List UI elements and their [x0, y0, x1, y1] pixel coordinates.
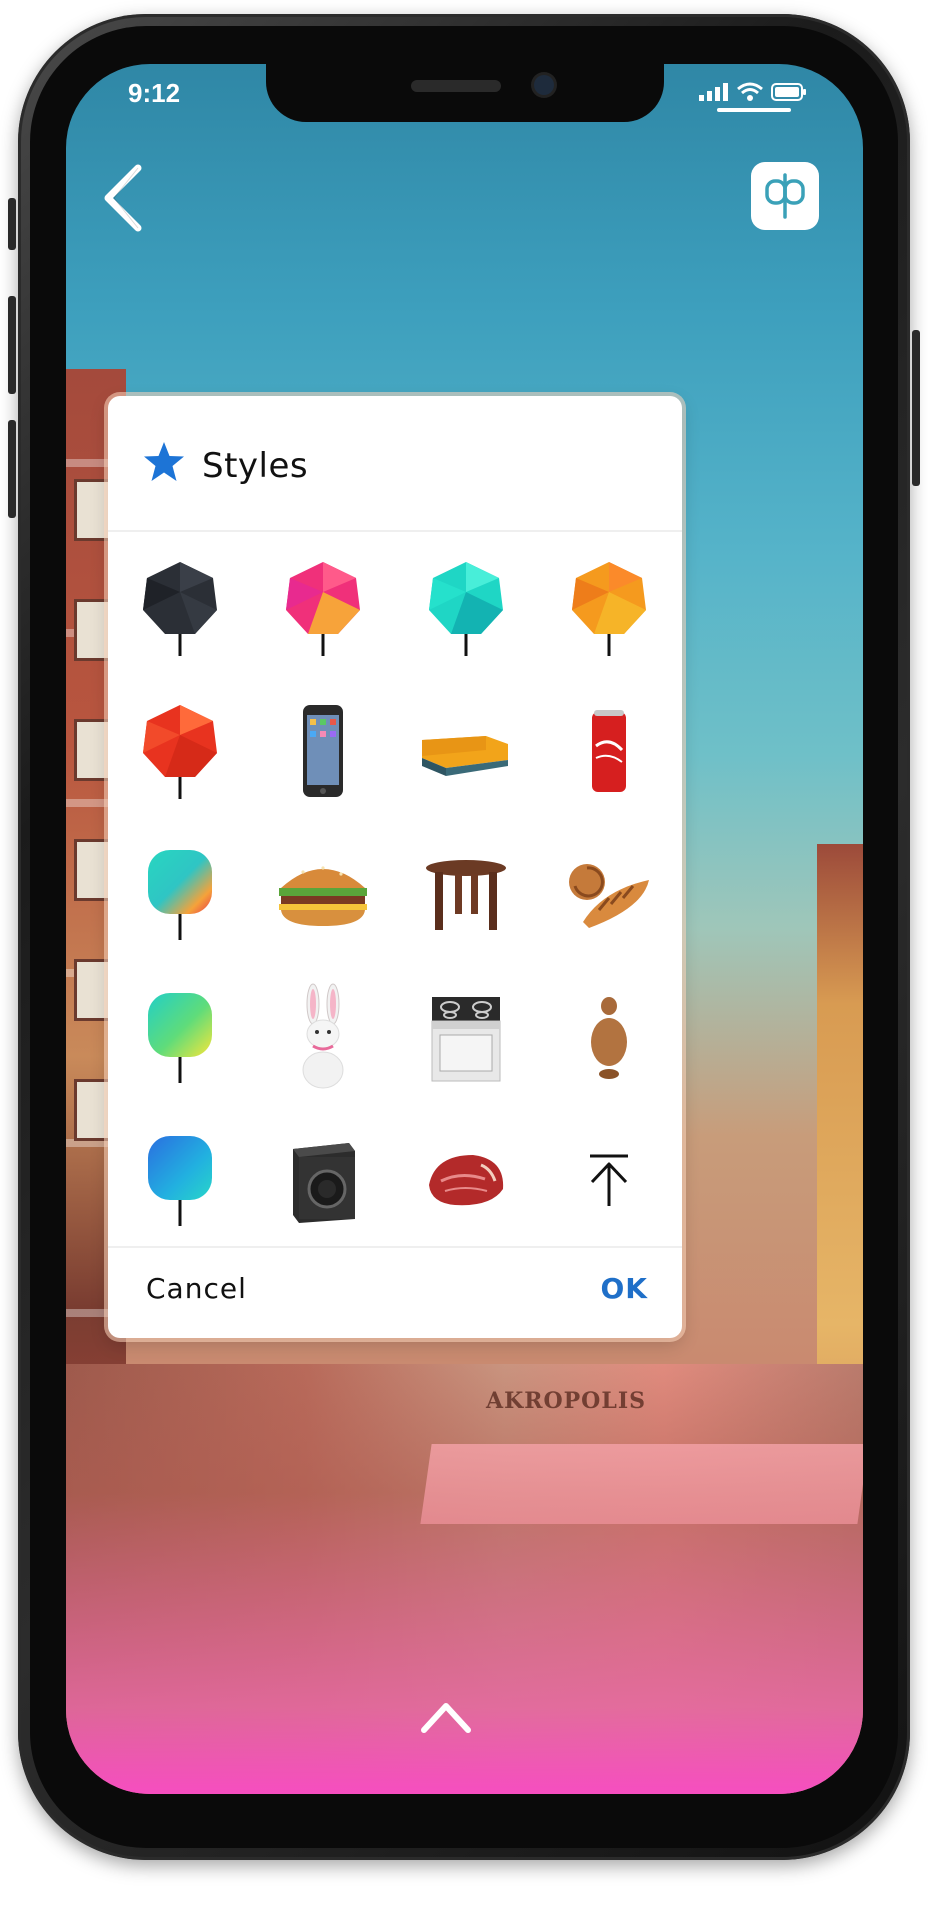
white-rabbit-icon	[302, 983, 343, 1088]
pastries-icon	[568, 863, 649, 928]
black-polyhedron-balloon-icon	[142, 561, 217, 656]
style-item-stove[interactable]	[394, 965, 537, 1108]
dialog-footer: Cancel OK	[108, 1246, 682, 1338]
chevron-left-icon	[104, 164, 142, 232]
hamburger-icon	[278, 865, 367, 926]
volume-down-button	[8, 420, 16, 518]
raw-steak-icon	[428, 1154, 503, 1205]
teal-yellow-gradient-pin-icon	[147, 992, 212, 1083]
style-item-upload[interactable]	[537, 1108, 680, 1251]
style-item-sofa[interactable]	[394, 679, 537, 822]
style-item-pink-balloon[interactable]	[251, 536, 394, 679]
ar-object-icon	[765, 173, 805, 219]
yellow-sofa-icon	[421, 735, 508, 776]
clay-figurine-icon	[590, 996, 627, 1079]
style-item-pastries[interactable]	[537, 822, 680, 965]
style-item-smartphone[interactable]	[251, 679, 394, 822]
style-item-orange-balloon[interactable]	[537, 536, 680, 679]
red-polyhedron-balloon-icon	[142, 704, 217, 799]
orange-polyhedron-balloon-icon	[571, 561, 646, 656]
front-camera	[534, 75, 554, 95]
washing-machine-icon	[292, 1142, 355, 1223]
dialog-header: Styles	[108, 396, 682, 532]
style-item-red-balloon[interactable]	[108, 679, 251, 822]
cancel-button[interactable]: Cancel	[146, 1272, 247, 1305]
status-time: 9:12	[128, 78, 181, 108]
screen: AKROPOLIS 9:12 Styles Cancel OK	[66, 64, 863, 1794]
teal-red-gradient-pin-icon	[147, 849, 212, 940]
style-item-wooden-table[interactable]	[394, 822, 537, 965]
signal-icon	[699, 83, 728, 101]
wifi-icon	[737, 82, 763, 101]
notch	[266, 64, 664, 122]
style-item-soda-can[interactable]	[537, 679, 680, 822]
smartphone-icon	[302, 704, 343, 797]
style-item-hamburger[interactable]	[251, 822, 394, 965]
style-item-teal-red-pin[interactable]	[108, 822, 251, 965]
star-icon	[144, 442, 184, 481]
soda-can-icon	[591, 709, 626, 792]
wooden-table-icon	[425, 859, 506, 930]
status-indicator-line	[717, 108, 791, 112]
ar-mode-button[interactable]	[751, 162, 819, 230]
styles-dialog: Styles Cancel OK	[108, 396, 682, 1338]
style-item-figurine[interactable]	[537, 965, 680, 1108]
style-item-black-balloon[interactable]	[108, 536, 251, 679]
teal-polyhedron-balloon-icon	[428, 561, 503, 656]
back-button[interactable]	[94, 162, 154, 234]
style-item-steak[interactable]	[394, 1108, 537, 1251]
stove-icon	[431, 996, 500, 1081]
dialog-title: Styles	[202, 446, 309, 486]
shop-sign: AKROPOLIS	[486, 1388, 646, 1414]
speaker	[411, 80, 501, 92]
blue-gradient-pin-icon	[147, 1135, 212, 1226]
styles-grid	[108, 536, 682, 1252]
mute-switch	[8, 198, 16, 250]
cafe-awning	[420, 1444, 863, 1524]
style-item-blue-pin[interactable]	[108, 1108, 251, 1251]
style-item-teal-balloon[interactable]	[394, 536, 537, 679]
chevron-up-icon	[421, 1703, 471, 1733]
style-item-teal-yellow-pin[interactable]	[108, 965, 251, 1108]
style-item-rabbit[interactable]	[251, 965, 394, 1108]
expand-panel-button[interactable]	[418, 1698, 474, 1736]
pink-polyhedron-balloon-icon	[285, 561, 360, 656]
volume-up-button	[8, 296, 16, 394]
battery-icon	[771, 83, 806, 101]
style-item-washing-machine[interactable]	[251, 1108, 394, 1251]
ok-button[interactable]: OK	[601, 1272, 649, 1305]
upload-arrow-icon	[589, 1154, 628, 1206]
power-button	[912, 330, 920, 486]
status-icons	[699, 82, 807, 102]
